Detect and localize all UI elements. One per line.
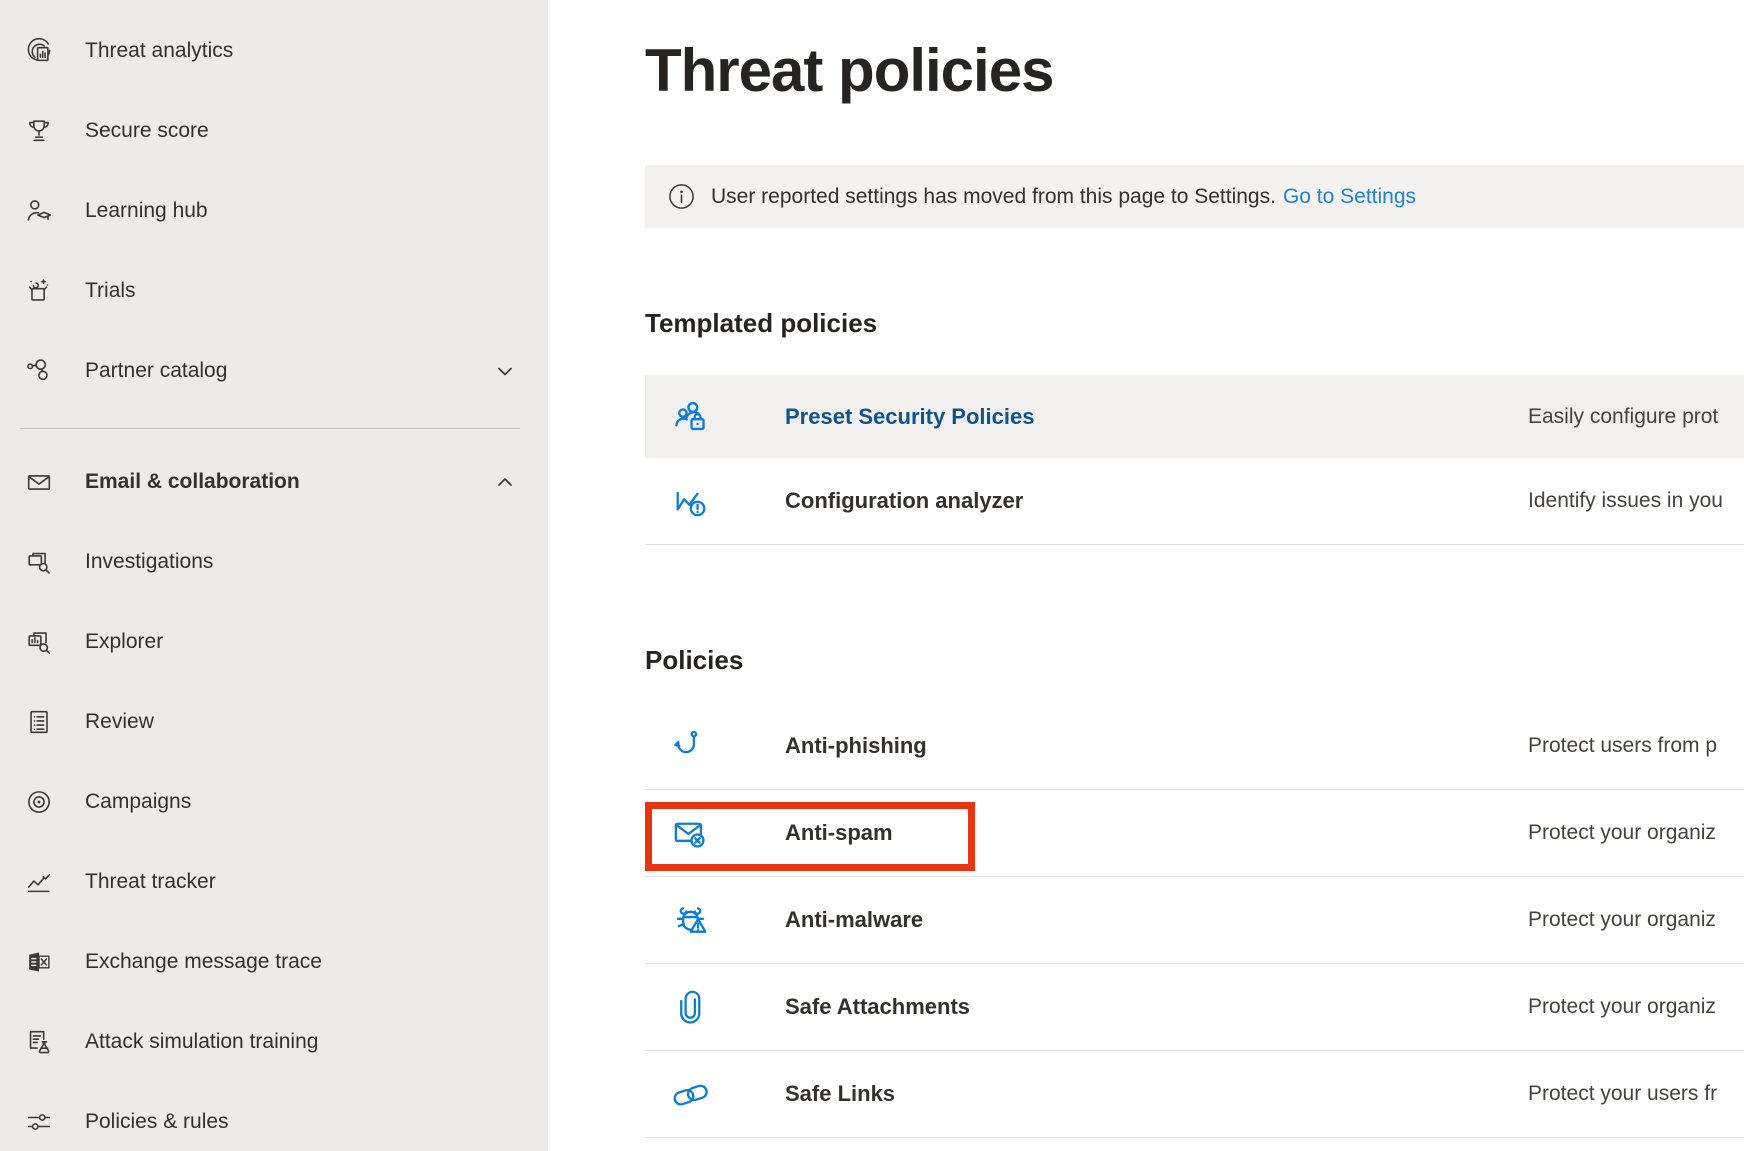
sidebar-item-trials[interactable]: Trials [0,251,548,331]
info-banner: User reported settings has moved from th… [645,165,1744,228]
row-anti-malware[interactable]: Anti-malware Protect your organiz [645,877,1744,964]
configuration-analyzer-icon [668,479,712,523]
exchange-logo-icon [24,947,54,977]
learning-hub-icon [24,196,54,226]
trials-gift-icon [24,276,54,306]
sidebar-item-threat-analytics[interactable]: Threat analytics [0,11,548,91]
row-anti-spam[interactable]: Anti-spam Protect your organiz [645,790,1744,877]
sidebar-item-exchange-message-trace[interactable]: Exchange message trace [0,922,548,1002]
preset-security-policies-icon [668,395,712,439]
sidebar-item-label: Policies & rules [85,1110,229,1134]
review-list-icon [24,707,54,737]
campaigns-target-icon [24,787,54,817]
sidebar-item-campaigns[interactable]: Campaigns [0,762,548,842]
templated-policies-list: Preset Security Policies Easily configur… [645,375,1744,545]
chevron-down-icon [492,358,518,384]
sidebar-item-label: Secure score [85,119,209,143]
sidebar-item-label: Attack simulation training [85,1030,318,1054]
sidebar-item-label: Review [85,710,154,734]
row-description: Protect your organiz [1528,995,1716,1019]
sidebar-item-secure-score[interactable]: Secure score [0,91,548,171]
row-label: Anti-phishing [785,733,927,759]
sidebar-item-threat-tracker[interactable]: Threat tracker [0,842,548,922]
templated-policies-heading: Templated policies [645,308,877,339]
row-configuration-analyzer[interactable]: Configuration analyzer Identify issues i… [645,458,1744,545]
sidebar-item-label: Exchange message trace [85,950,322,974]
row-preset-security-policies[interactable]: Preset Security Policies Easily configur… [645,375,1744,458]
mail-icon [24,467,54,497]
policies-list: Anti-phishing Protect users from p Anti-… [645,703,1744,1138]
sidebar-item-learning-hub[interactable]: Learning hub [0,171,548,251]
sidebar-item-label: Explorer [85,630,163,654]
sidebar-item-investigations[interactable]: Investigations [0,522,548,602]
row-label: Anti-malware [785,907,923,933]
row-description: Protect users from p [1528,734,1717,758]
row-label: Safe Attachments [785,994,970,1020]
sidebar-item-partner-catalog[interactable]: Partner catalog [0,331,548,411]
paperclip-icon [668,985,712,1029]
sidebar-item-label: Campaigns [85,790,191,814]
info-icon [668,183,695,210]
go-to-settings-link[interactable]: Go to Settings [1283,185,1416,209]
row-description: Easily configure prot [1528,405,1718,429]
threat-analytics-icon [24,36,54,66]
row-description: Protect your organiz [1528,908,1716,932]
investigations-icon [24,547,54,577]
safe-links-chain-icon [668,1072,712,1116]
row-safe-links[interactable]: Safe Links Protect your users fr [645,1051,1744,1138]
row-label: Configuration analyzer [785,488,1023,514]
sidebar-item-attack-simulation-training[interactable]: Attack simulation training [0,1002,548,1082]
row-label: Preset Security Policies [785,404,1034,430]
sidebar-item-email-collaboration[interactable]: Email & collaboration [0,442,548,522]
row-description: Protect your organiz [1528,821,1716,845]
banner-text: User reported settings has moved from th… [711,185,1276,209]
row-safe-attachments[interactable]: Safe Attachments Protect your organiz [645,964,1744,1051]
row-label: Safe Links [785,1081,895,1107]
attack-simulation-icon [24,1027,54,1057]
sidebar-item-label: Threat tracker [85,870,216,894]
line-chart-icon [24,867,54,897]
sidebar-item-label: Email & collaboration [85,470,300,494]
policies-heading: Policies [645,645,743,676]
sidebar-item-review[interactable]: Review [0,682,548,762]
main-content: Threat policies User reported settings h… [548,0,1744,1151]
chevron-up-icon [492,469,518,495]
sliders-icon [24,1107,54,1137]
sidebar-item-label: Trials [85,279,136,303]
sidebar-item-label: Investigations [85,550,213,574]
row-anti-phishing[interactable]: Anti-phishing Protect users from p [645,703,1744,790]
trophy-icon [24,116,54,146]
anti-phishing-hook-icon [668,724,712,768]
explorer-icon [24,627,54,657]
sidebar: Threat analytics Secure score [0,0,548,1151]
sidebar-item-label: Learning hub [85,199,208,223]
sidebar-item-policies-rules[interactable]: Policies & rules [0,1082,548,1151]
partner-catalog-icon [24,356,54,386]
row-label: Anti-spam [785,820,893,846]
page-title: Threat policies [645,36,1053,105]
anti-malware-bug-icon [668,898,712,942]
row-description: Protect your users fr [1528,1082,1717,1106]
anti-spam-icon [668,811,712,855]
sidebar-item-explorer[interactable]: Explorer [0,602,548,682]
sidebar-item-label: Threat analytics [85,39,233,63]
sidebar-item-label: Partner catalog [85,359,227,383]
row-description: Identify issues in you [1528,489,1723,513]
sidebar-divider [20,428,520,429]
